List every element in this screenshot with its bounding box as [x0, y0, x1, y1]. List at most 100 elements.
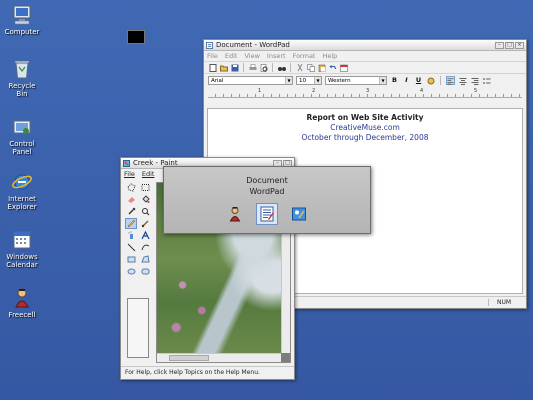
copy-button[interactable]	[306, 63, 315, 72]
select-tool[interactable]	[139, 182, 151, 193]
wordpad-toolbar	[204, 61, 526, 74]
curve-tool[interactable]	[139, 242, 151, 253]
paint-icon	[123, 159, 130, 167]
print-preview-button[interactable]	[259, 63, 268, 72]
rectangle-tool[interactable]	[125, 254, 137, 265]
script-select[interactable]: Western ▼	[325, 76, 387, 85]
new-button[interactable]	[208, 63, 217, 72]
bold-button[interactable]: B	[390, 76, 399, 85]
desktop-icon-freecell[interactable]: Freecell	[2, 287, 42, 319]
menu-file[interactable]: File	[207, 52, 218, 60]
copy-icon	[306, 63, 315, 72]
open-button[interactable]	[219, 63, 228, 72]
rounded-rectangle-icon	[141, 268, 149, 275]
desktop-icon-windows-calendar[interactable]: Windows Calendar	[2, 229, 42, 269]
color-swatch[interactable]	[127, 30, 145, 44]
minimize-button[interactable]: –	[495, 41, 504, 49]
desktop-icon-label: Freecell	[8, 311, 36, 319]
menu-edit[interactable]: Edit	[142, 170, 155, 178]
toolbar-separator	[272, 63, 273, 72]
ruler-number: 1	[258, 88, 262, 94]
wordpad-icon	[260, 206, 274, 222]
switcher-icons	[164, 203, 370, 225]
italic-button[interactable]: I	[402, 76, 411, 85]
task-switcher: Document WordPad	[163, 166, 371, 234]
ruler-number: 2	[312, 88, 316, 94]
script-value: Western	[328, 77, 351, 84]
free-select-tool[interactable]	[125, 182, 137, 193]
binoculars-icon	[277, 66, 286, 71]
horizontal-scrollbar[interactable]	[157, 353, 281, 362]
bullets-button[interactable]	[482, 76, 491, 85]
print-preview-icon	[260, 63, 267, 72]
font-color-icon	[427, 77, 434, 84]
menu-file[interactable]: File	[124, 170, 135, 178]
toolbar-separator	[440, 76, 441, 85]
num-lock-indicator: NUM	[488, 299, 518, 306]
font-size-select[interactable]: 10 ▼	[296, 76, 322, 85]
find-button[interactable]	[277, 63, 286, 72]
undo-icon	[329, 64, 336, 69]
desktop-icon-control-panel[interactable]: Control Panel	[2, 116, 42, 156]
tool-options-box[interactable]	[127, 298, 149, 358]
print-icon	[249, 63, 256, 70]
magnifier-tool[interactable]	[139, 206, 151, 217]
eraser-tool[interactable]	[125, 194, 137, 205]
desktop-icon-computer[interactable]: Computer	[2, 4, 42, 36]
font-color-button[interactable]	[426, 76, 435, 85]
align-center-button[interactable]	[458, 76, 467, 85]
switcher-item-paint[interactable]	[288, 203, 310, 225]
switcher-item-freecell[interactable]	[224, 203, 246, 225]
save-button[interactable]	[230, 63, 239, 72]
text-tool[interactable]	[139, 230, 151, 241]
internet-explorer-icon	[12, 174, 32, 190]
align-right-icon	[471, 77, 478, 85]
print-button[interactable]	[248, 63, 257, 72]
switcher-item-wordpad[interactable]	[256, 203, 278, 225]
desktop-icon-internet-explorer[interactable]: Internet Explorer	[2, 171, 42, 211]
maximize-button[interactable]: □	[505, 41, 514, 49]
align-left-button[interactable]	[446, 76, 455, 85]
calendar-icon	[13, 231, 31, 249]
line-tool[interactable]	[125, 242, 137, 253]
insert-date-button[interactable]	[339, 63, 348, 72]
menu-format[interactable]: Format	[293, 52, 316, 60]
cut-button[interactable]	[295, 63, 304, 72]
save-icon	[231, 64, 238, 71]
polygon-tool[interactable]	[139, 254, 151, 265]
ellipse-tool[interactable]	[125, 266, 137, 277]
brush-tool[interactable]	[139, 218, 151, 229]
menu-help[interactable]: Help	[322, 52, 337, 60]
scroll-thumb[interactable]	[169, 355, 209, 361]
wordpad-menubar: File Edit View Insert Format Help	[204, 51, 526, 61]
toolbar-separator	[243, 63, 244, 72]
computer-icon	[13, 5, 31, 25]
wordpad-icon	[206, 41, 213, 49]
control-panel-icon	[13, 120, 31, 134]
desktop-icon-recycle-bin[interactable]: Recycle Bin	[2, 58, 42, 98]
pencil-tool[interactable]	[125, 218, 137, 229]
desktop-icon-label: Control Panel	[9, 140, 35, 156]
menu-edit[interactable]: Edit	[225, 52, 238, 60]
ruler[interactable]: 1 2 3 4 5	[208, 88, 522, 98]
color-picker-tool[interactable]	[125, 206, 137, 217]
text-a-icon	[140, 231, 150, 240]
fill-tool[interactable]	[139, 194, 151, 205]
font-name-select[interactable]: Arial ▼	[208, 76, 293, 85]
menu-insert[interactable]: Insert	[267, 52, 286, 60]
airbrush-tool[interactable]	[125, 230, 137, 241]
font-name-value: Arial	[211, 77, 224, 84]
line-icon	[127, 243, 135, 252]
menu-view[interactable]: View	[244, 52, 259, 60]
eyedropper-icon	[128, 207, 135, 215]
magnifier-icon	[141, 208, 149, 216]
close-button[interactable]: ×	[515, 41, 524, 49]
wordpad-titlebar[interactable]: Document - WordPad – □ ×	[204, 40, 526, 51]
rounded-rectangle-tool[interactable]	[139, 266, 151, 277]
new-document-icon	[209, 63, 216, 72]
underline-button[interactable]: U	[414, 76, 423, 85]
align-right-button[interactable]	[470, 76, 479, 85]
document-heading: Report on Web Site Activity	[306, 113, 424, 122]
paste-button[interactable]	[317, 63, 326, 72]
undo-button[interactable]	[328, 63, 337, 72]
